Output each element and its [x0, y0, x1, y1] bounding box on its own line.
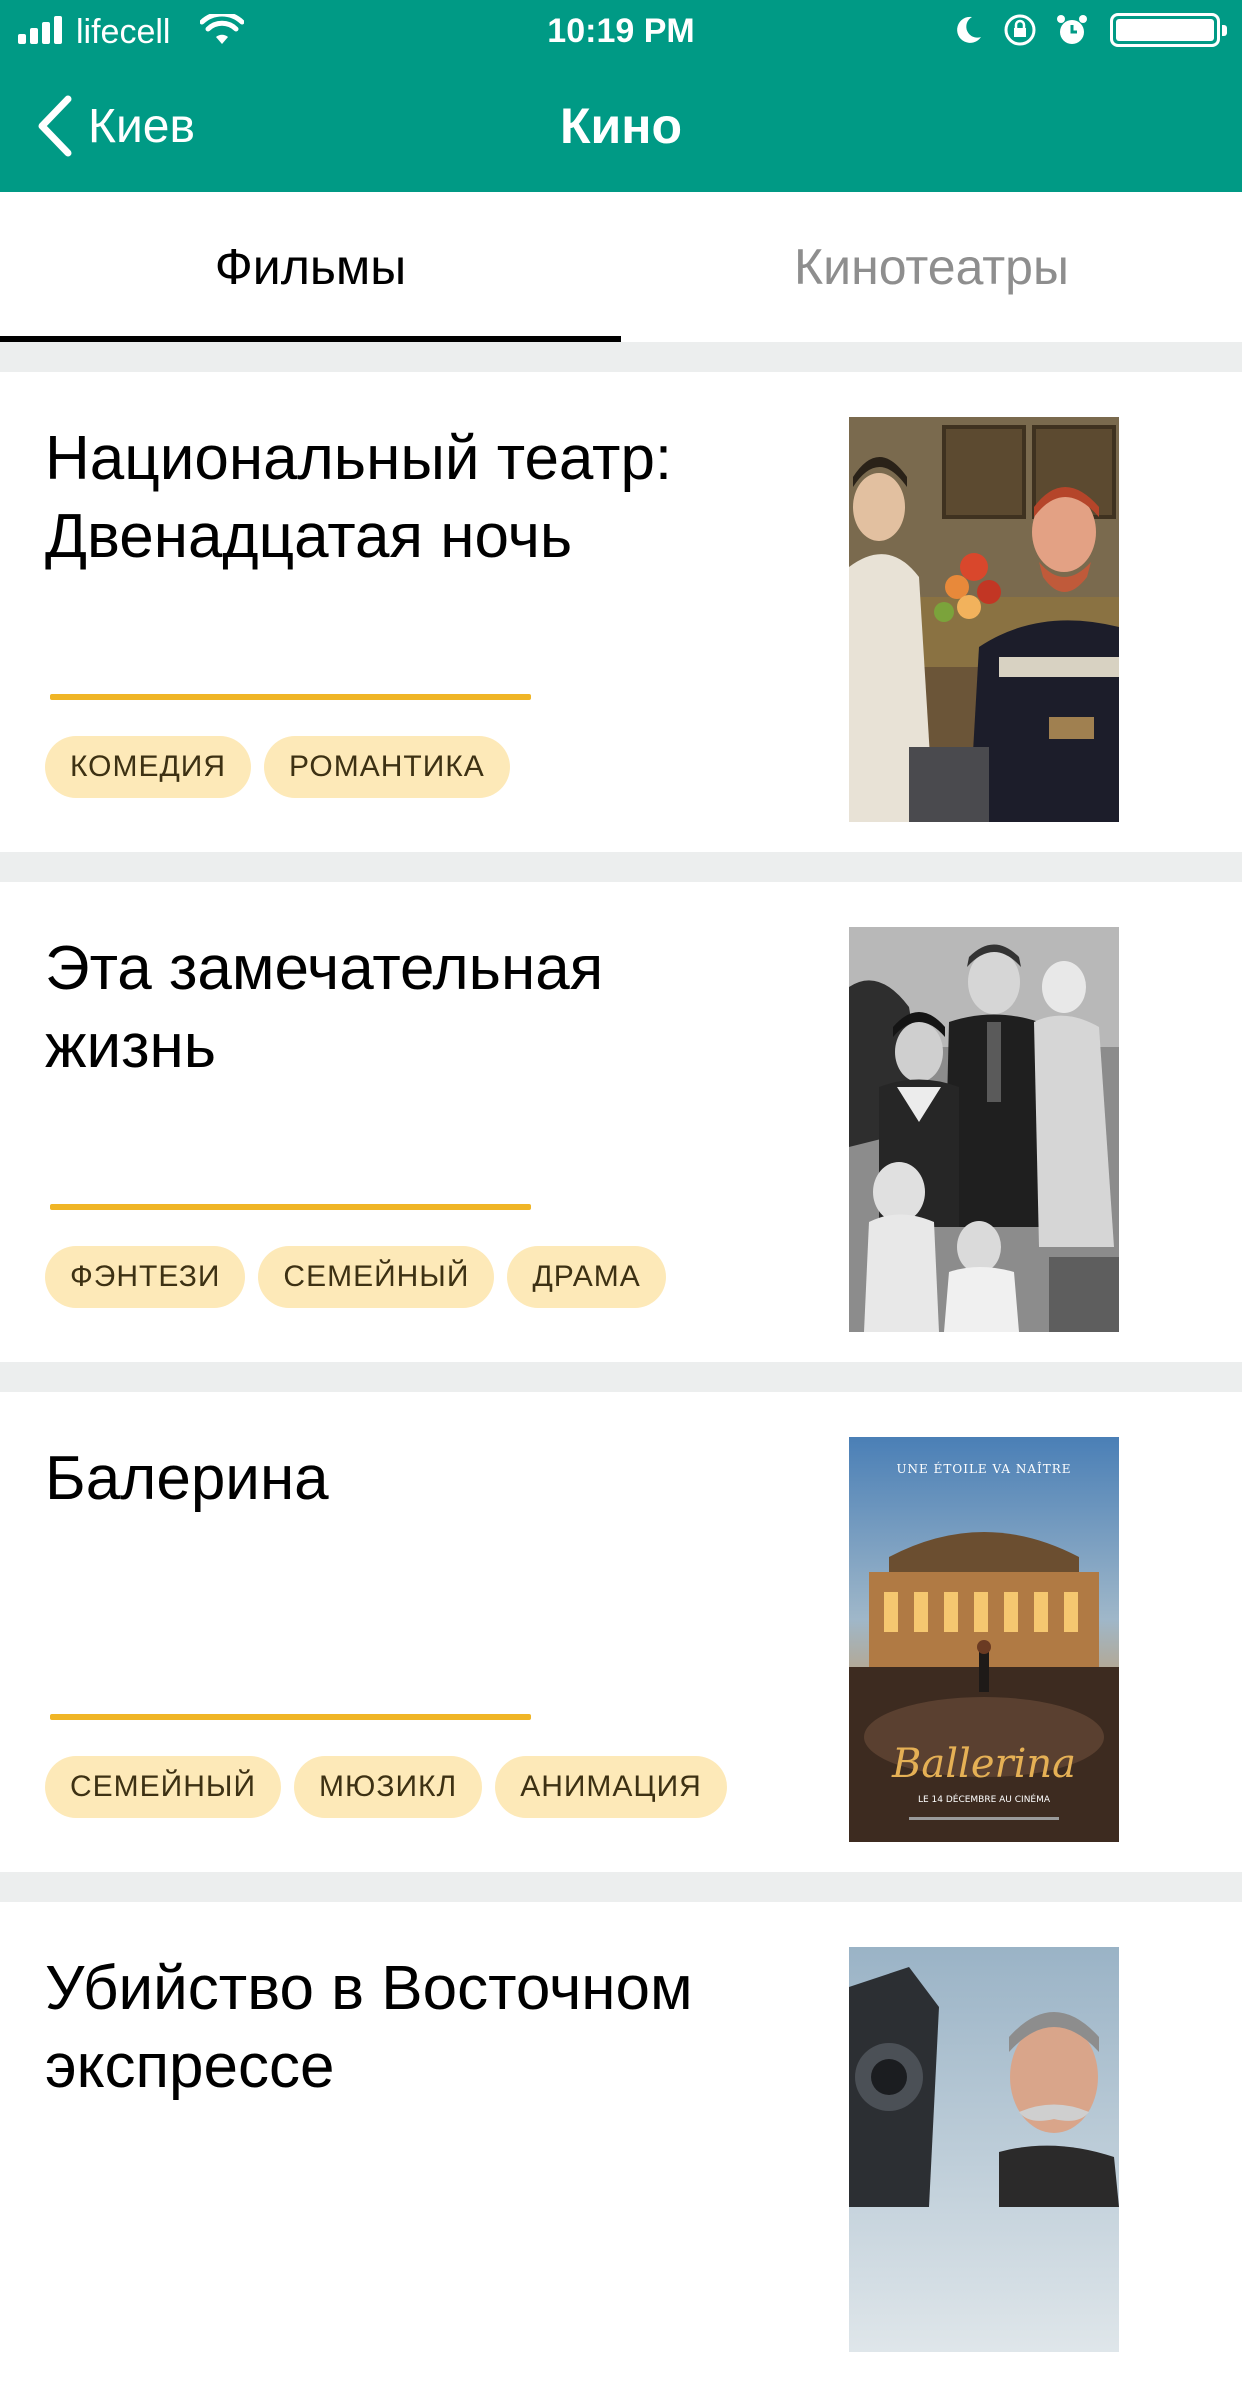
- genre-tag: КОМЕДИЯ: [45, 736, 252, 798]
- genre-tag: СЕМЕЙНЫЙ: [258, 1246, 495, 1308]
- active-tab-indicator: [0, 336, 621, 342]
- movie-poster: [849, 927, 1119, 1332]
- movie-title: Эта замечательная жизнь: [45, 934, 604, 1081]
- genre-tag: МЮЗИКЛ: [294, 1756, 483, 1818]
- movie-poster: [849, 417, 1119, 822]
- status-bar: lifecell 10:19 PM: [0, 0, 1242, 60]
- movie-poster: UNE ÉTOILE VA NAÎTRE Ballerina LE 14 DÉC…: [849, 1437, 1119, 1842]
- genre-tag: РОМАНТИКА: [264, 736, 510, 798]
- rating-line: [50, 1204, 531, 1210]
- rotation-lock-icon: [1004, 14, 1036, 46]
- poster-tagline: UNE ÉTOILE VA NAÎTRE: [896, 1461, 1071, 1476]
- battery-icon: [1110, 13, 1227, 47]
- movie-title: Убийство в Восточном экспрессе: [45, 1954, 693, 2101]
- movie-card[interactable]: Балерина СЕМЕЙНЫЙ МЮЗИКЛ АНИМАЦИЯ UNE ÉT…: [0, 1392, 1242, 1872]
- genre-tag: СЕМЕЙНЫЙ: [45, 1756, 282, 1818]
- movie-title: Национальный театр: Двенадцатая ночь: [45, 424, 673, 571]
- movie-card[interactable]: Эта замечательная жизнь ФЭНТЕЗИ СЕМЕЙНЫЙ…: [0, 882, 1242, 1362]
- genre-tag: ФЭНТЕЗИ: [45, 1246, 246, 1308]
- genre-tag: АНИМАЦИЯ: [495, 1756, 727, 1818]
- moon-icon: [957, 16, 981, 43]
- genre-tag: ДРАМА: [507, 1246, 666, 1308]
- movie-title: Балерина: [45, 1444, 329, 1513]
- genre-tags: КОМЕДИЯ РОМАНТИКА: [45, 736, 523, 798]
- segmented-tabs: Фильмы Кинотеатры: [0, 192, 1242, 342]
- poster-release: LE 14 DÉCEMBRE AU CINÉMA: [918, 1793, 1051, 1805]
- poster-title: Ballerina: [891, 1741, 1076, 1787]
- app-header: lifecell 10:19 PM Киев Кино: [0, 0, 1242, 192]
- genre-tags: ФЭНТЕЗИ СЕМЕЙНЫЙ ДРАМА: [45, 1246, 679, 1308]
- genre-tags: СЕМЕЙНЫЙ МЮЗИКЛ АНИМАЦИЯ: [45, 1756, 740, 1818]
- rating-line: [50, 694, 531, 700]
- tab-cinemas[interactable]: Кинотеатры: [621, 192, 1242, 342]
- page-title: Кино: [560, 98, 682, 154]
- movie-card[interactable]: Убийство в Восточном экспрессе: [0, 1902, 1242, 2382]
- tab-films[interactable]: Фильмы: [0, 192, 621, 342]
- rating-line: [50, 1714, 531, 1720]
- movie-poster: [849, 1947, 1119, 2352]
- movie-card[interactable]: Национальный театр: Двенадцатая ночь КОМ…: [0, 372, 1242, 852]
- navigation-bar: Киев Кино: [0, 60, 1242, 192]
- alarm-icon: [1057, 15, 1087, 44]
